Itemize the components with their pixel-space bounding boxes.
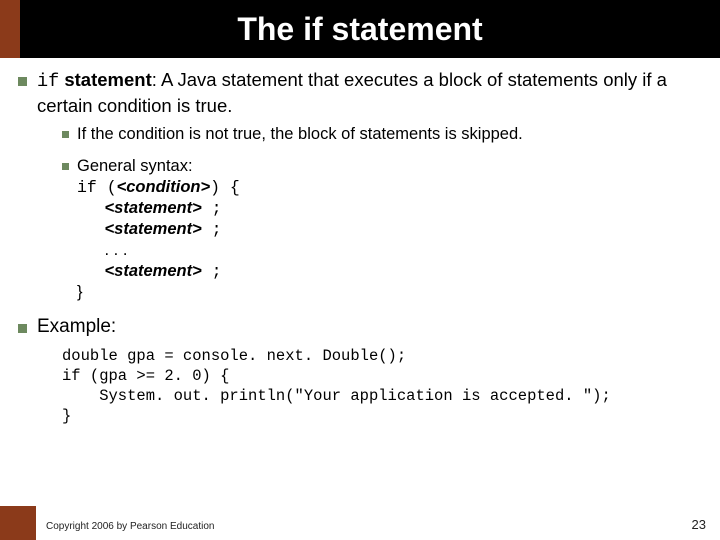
bullet-icon — [18, 324, 27, 333]
sub-bullet-skip: If the condition is not true, the block … — [62, 124, 702, 145]
copyright-footer: Copyright 2006 by Pearson Education — [46, 521, 214, 532]
bullet-icon — [62, 163, 69, 170]
main-bullet-text: if statement: A Java statement that exec… — [37, 68, 702, 118]
code-line-3: System. out. println("Your application i… — [62, 386, 702, 406]
example-bullet: Example: — [18, 315, 702, 340]
code-line-1: double gpa = console. next. Double(); — [62, 346, 702, 366]
syntax-line-stmt3: <statement> ; — [77, 261, 240, 282]
slide-title: The if statement — [237, 11, 482, 48]
code-keyword: if — [37, 71, 59, 92]
syntax-line-stmt1: <statement> ; — [77, 198, 240, 219]
syntax-label: General syntax: — [77, 156, 240, 177]
sub-bullet-skip-text: If the condition is not true, the block … — [77, 124, 523, 145]
code-line-4: } — [62, 406, 702, 426]
main-bullet: if statement: A Java statement that exec… — [18, 68, 702, 118]
slide-content: if statement: A Java statement that exec… — [0, 58, 720, 427]
bold-word: statement — [59, 69, 152, 90]
bullet-icon — [62, 131, 69, 138]
sub-bullet-syntax: General syntax: if (<condition>) { <stat… — [62, 156, 702, 304]
code-line-2: if (gpa >= 2. 0) { — [62, 366, 702, 386]
syntax-line-dots: . . . — [77, 240, 240, 261]
syntax-block: General syntax: if (<condition>) { <stat… — [77, 156, 240, 304]
example-label: Example: — [37, 315, 116, 340]
syntax-line-stmt2: <statement> ; — [77, 219, 240, 240]
page-number: 23 — [692, 517, 706, 532]
left-accent-bottom — [0, 506, 36, 540]
syntax-line-1: if (<condition>) { — [77, 177, 240, 198]
syntax-line-close: } — [77, 282, 240, 303]
sub-bullet-list: If the condition is not true, the block … — [62, 124, 702, 303]
bullet-icon — [18, 77, 27, 86]
left-accent-top — [0, 0, 20, 58]
example-code: double gpa = console. next. Double();if … — [62, 346, 702, 427]
title-bar: The if statement — [0, 0, 720, 58]
